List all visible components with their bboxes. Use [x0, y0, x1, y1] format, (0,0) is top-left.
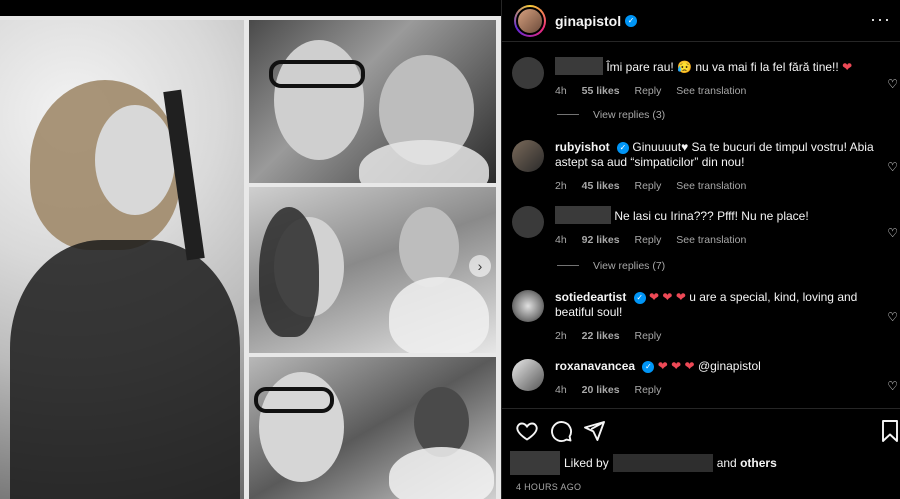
view-replies-button[interactable]: View replies (3): [557, 109, 665, 121]
photo-main-woman-with-knife: [0, 20, 244, 499]
comment-like-heart-icon[interactable]: ♡: [887, 226, 898, 240]
reply-button[interactable]: Reply: [634, 180, 661, 192]
comment-like-heart-icon[interactable]: ♡: [887, 379, 898, 393]
comment-time[interactable]: 2h: [555, 330, 567, 342]
comment-time[interactable]: 4h: [555, 384, 567, 396]
view-replies-button[interactable]: View replies (7): [557, 260, 665, 272]
replies-line: [557, 114, 579, 115]
comment-text[interactable]: @ginapistol: [698, 359, 761, 373]
comment-time[interactable]: 4h: [555, 234, 567, 246]
commenter-avatar[interactable]: [512, 57, 544, 89]
liked-and-label: and: [716, 456, 737, 470]
comment-like-heart-icon[interactable]: ♡: [887, 160, 898, 174]
replies-line: [557, 265, 579, 266]
photo-selfie-with-chef: [249, 357, 496, 499]
photo-couple-selfie: [249, 20, 496, 183]
reply-button[interactable]: Reply: [634, 85, 661, 97]
ellipsis-icon[interactable]: ···: [870, 9, 891, 30]
commenter-avatar[interactable]: [512, 206, 544, 238]
comment-likes[interactable]: 45 likes: [582, 180, 620, 192]
comment-text: Ne lasi cu Irina??? Pfff! Nu ne place!: [614, 209, 809, 223]
red-heart-emojis: ❤ ❤ ❤: [657, 359, 695, 373]
comment-meta: 2h 45 likes Reply See translation: [555, 179, 875, 194]
commenter-avatar[interactable]: [512, 140, 544, 172]
comment-username[interactable]: sotiedeartist: [555, 290, 626, 304]
share-icon[interactable]: [582, 419, 606, 443]
commenter-avatar[interactable]: [512, 290, 544, 322]
next-image-button[interactable]: ›: [469, 255, 491, 277]
comment-likes[interactable]: 22 likes: [582, 330, 620, 342]
comment-username[interactable]: roxanavancea: [555, 359, 635, 373]
commenter-avatar[interactable]: [512, 359, 544, 391]
reply-button[interactable]: Reply: [634, 384, 661, 396]
comment-icon[interactable]: [549, 419, 573, 443]
image-top-strip: [0, 0, 501, 16]
comment-like-heart-icon[interactable]: ♡: [887, 310, 898, 324]
author-avatar[interactable]: [516, 6, 544, 35]
red-heart-emoji: ❤: [842, 60, 853, 74]
comment-likes[interactable]: 20 likes: [582, 384, 620, 396]
comment-meta: 4h 55 likes Reply See translation: [555, 84, 875, 99]
verified-badge-icon: ✓: [642, 361, 655, 373]
red-heart-emojis: ❤ ❤ ❤: [649, 290, 686, 304]
post-timestamp[interactable]: 4 HOURS AGO: [516, 482, 581, 492]
author-avatar-ring[interactable]: [514, 4, 546, 37]
view-replies-label: View replies (3): [593, 109, 666, 121]
post-header: ginapistol ✓ ···: [502, 0, 900, 42]
liked-by-label: Liked by: [564, 456, 609, 470]
redacted-username: [555, 57, 603, 75]
liked-by-avatars[interactable]: [510, 451, 560, 475]
comment-likes[interactable]: 55 likes: [582, 85, 620, 97]
comments-list: Îmi pare rau! 😥 nu va mai fi la fel fără…: [502, 43, 900, 408]
verified-badge-icon: ✓: [617, 142, 630, 154]
liked-by-row: Liked by and others: [510, 451, 777, 475]
liked-others-link[interactable]: others: [740, 456, 777, 470]
view-replies-label: View replies (7): [593, 260, 666, 272]
post-actions-bar: Liked by and others 4 HOURS AGO: [502, 408, 900, 499]
photo-kitchen-scene: [249, 187, 496, 353]
see-translation-button[interactable]: See translation: [676, 85, 746, 97]
see-translation-button[interactable]: See translation: [676, 180, 746, 192]
comment-likes[interactable]: 92 likes: [582, 234, 620, 246]
comment-time[interactable]: 4h: [555, 85, 567, 97]
see-translation-button[interactable]: See translation: [676, 234, 746, 246]
author-username[interactable]: ginapistol: [555, 13, 621, 29]
comment-like-heart-icon[interactable]: ♡: [887, 77, 898, 91]
redacted-liker-name[interactable]: [612, 454, 713, 472]
comment-meta: 4h 20 likes Reply: [555, 383, 875, 398]
comment-text: Îmi pare rau! 😥 nu va mai fi la fel fără…: [606, 60, 839, 74]
comment-meta: 2h 22 likes Reply: [555, 329, 875, 344]
redacted-username: [555, 206, 611, 224]
comment-time[interactable]: 2h: [555, 180, 567, 192]
post-image[interactable]: ›: [0, 0, 501, 499]
heart-icon[interactable]: [515, 419, 539, 443]
bookmark-icon[interactable]: [880, 419, 900, 443]
comment-username[interactable]: rubyishot: [555, 140, 610, 154]
reply-button[interactable]: Reply: [634, 234, 661, 246]
comment-meta: 4h 92 likes Reply See translation: [555, 233, 875, 248]
post-panel: ginapistol ✓ ··· Îmi pare rau! 😥 nu va m…: [501, 0, 900, 499]
verified-badge-icon: ✓: [625, 14, 638, 27]
reply-button[interactable]: Reply: [634, 330, 661, 342]
verified-badge-icon: ✓: [633, 292, 646, 304]
